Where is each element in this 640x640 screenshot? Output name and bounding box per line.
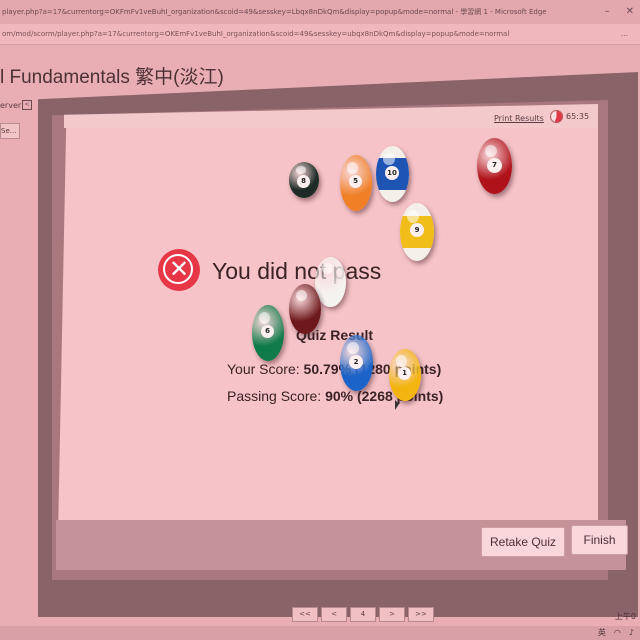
fail-icon: ✕ [158,249,200,291]
pager-current-page[interactable]: 4 [350,607,376,622]
finish-button[interactable]: Finish [571,525,628,555]
blue-ball-icon: 10 [376,146,409,202]
ball-number: 8 [297,175,310,188]
photo-scene: player.php?a=17&currentorg=OKFmFv1veBuhI… [0,0,640,640]
ball-number: 9 [410,223,424,237]
mouse-cursor-icon [395,400,399,410]
passing-score-value: 90% (2268 points) [325,388,444,404]
retake-quiz-button[interactable]: Retake Quiz [481,527,565,557]
timer: 65:35 [550,110,589,123]
ball-number: 1 [398,367,411,380]
your-score-label: Your Score: [227,361,300,377]
wifi-icon[interactable]: ◠ [614,626,621,640]
minimize-icon[interactable]: – [603,0,610,24]
timer-icon [550,110,563,123]
pager-last-button[interactable]: >> [408,607,434,622]
pager-next-button[interactable]: > [379,607,405,622]
address-bar[interactable]: om/mod/scorm/player.php?a=17&currentorg=… [0,24,640,45]
close-icon[interactable]: ✕ [624,0,634,24]
result-heading: You did not pass [212,258,382,284]
maroon-top-icon: 7 [477,138,512,194]
pager-prev-button[interactable]: < [321,607,347,622]
eight-ball-icon: 8 [289,162,319,198]
taskbar [0,626,640,640]
ball-number: 10 [385,166,399,180]
address-text: om/mod/scorm/player.php?a=17&currentorg=… [2,30,510,38]
print-results-link[interactable]: Print Results [494,114,544,123]
pager: << < 4 > >> [292,607,434,622]
ball-number: 6 [261,325,274,338]
window-controls: – ✕ [603,0,634,24]
sidebar-label: erver [0,101,22,110]
ball-number: 5 [349,175,362,188]
sidebar-toggle-button[interactable]: < [22,100,32,110]
volume-icon[interactable]: ♪ [629,626,634,640]
orange-ball-icon: 5 [340,155,372,211]
browser-titlebar: player.php?a=17&currentorg=OKFmFv1veBuhI… [0,0,640,24]
sidebar-button[interactable]: Se... [0,123,20,139]
blue-lower-icon: 2 [340,335,373,391]
ime-indicator[interactable]: 英 [598,626,606,640]
pager-first-button[interactable]: << [292,607,318,622]
yellow-stripe-icon: 9 [400,203,434,261]
ball-number: 2 [349,355,363,369]
yellow-lower-icon: 1 [389,349,421,401]
passing-score-label: Passing Score: [227,388,322,404]
ball-number: 7 [487,158,502,173]
browser-title: player.php?a=17&currentorg=OKFmFv1veBuhI… [2,8,547,16]
maroon-mid-icon [289,284,321,334]
course-title: l Fundamentals 繁中(淡江) [0,67,224,88]
timer-value: 65:35 [566,112,590,121]
more-icon[interactable]: … [619,24,628,44]
system-tray: 英 ◠ ♪ [598,626,634,640]
green-ball-icon: 6 [252,305,284,361]
taskbar-clock: 上午0 [614,612,636,621]
